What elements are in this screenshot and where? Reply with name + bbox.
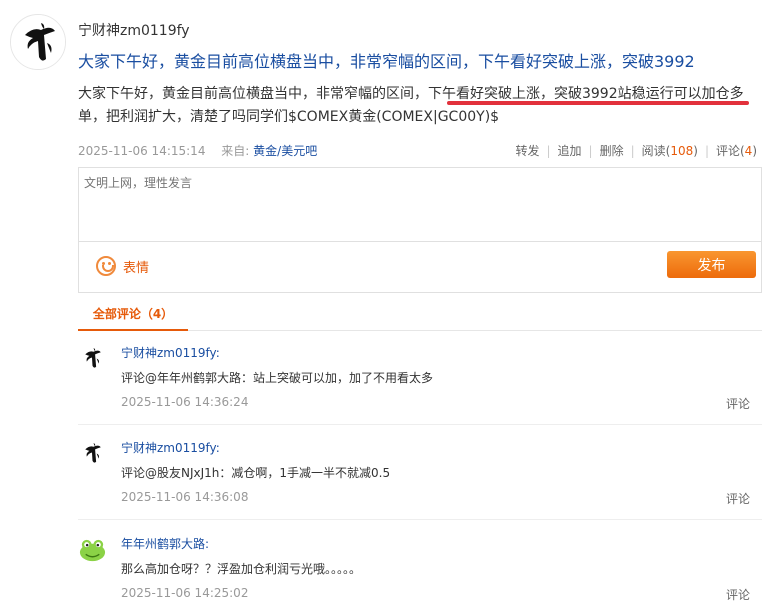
post-author-name[interactable]: 宁财神zm0119fy: [78, 20, 190, 40]
comment-text: 那么高加仓呀？？浮盈加仓利润亏光哦。。。。。: [121, 562, 362, 576]
frog-avatar-icon: [79, 539, 106, 562]
comment-reply-button[interactable]: 评论: [726, 395, 750, 412]
read-count-value: 108: [670, 144, 694, 158]
smile-icon: [96, 256, 116, 276]
comment-editor: 表情 发布: [78, 167, 762, 293]
commenter-name[interactable]: 宁财神zm0119fy:: [121, 344, 220, 361]
divider: |: [588, 144, 593, 158]
comment-reply-button[interactable]: 评论: [726, 490, 750, 507]
post-body-line-2: 单，把利润扩大，清楚了吗同学们$COMEX黄金(COMEX|GC00Y)$: [78, 109, 500, 125]
post-source-link[interactable]: 黄金/美元吧: [253, 144, 317, 158]
add-button[interactable]: 追加: [558, 144, 582, 158]
comment-text: 评论@股友NJxJ1h：减仓啊，1手减一半不就减0.5: [121, 466, 391, 480]
post-body: 大家下午好，黄金目前高位横盘当中，非常窄幅的区间，下午看好突破上涨，突破3992…: [78, 83, 750, 129]
divider: |: [704, 144, 709, 158]
comment-text: 评论@年年州鹤郭大路：站上突破可以加，加了不用看太多: [121, 371, 434, 385]
publish-button[interactable]: 发布: [667, 251, 756, 278]
post-source-label: 来自:: [221, 144, 250, 158]
comment-time: 2025-11-06 14:36:24: [121, 395, 249, 409]
commenter-avatar[interactable]: [78, 535, 107, 564]
tab-all-comments[interactable]: 全部评论（4）: [78, 304, 188, 331]
comment-close-paren: ): [752, 144, 757, 158]
delete-button[interactable]: 删除: [600, 144, 624, 158]
post-time: 2025-11-06 14:15:14: [78, 144, 206, 158]
commenter-avatar[interactable]: [78, 344, 107, 373]
red-underline-annotation: [447, 101, 749, 105]
divider: |: [630, 144, 635, 158]
comment-count-button[interactable]: 评论(4): [716, 144, 757, 158]
read-count: 阅读(108): [642, 144, 698, 158]
read-close-paren: ): [693, 144, 698, 158]
post-actions: 转发 | 追加 | 删除 | 阅读(108) | 评论(4): [515, 142, 757, 159]
post-meta: 2025-11-06 14:15:14 来自: 黄金/美元吧: [78, 142, 317, 159]
comment-reply-button[interactable]: 评论: [726, 586, 750, 601]
post-title: 大家下午好，黄金目前高位横盘当中，非常窄幅的区间，下午看好突破上涨，突破3992: [78, 52, 695, 71]
read-label: 阅读(: [641, 144, 671, 158]
author-avatar[interactable]: [10, 14, 66, 70]
divider: |: [546, 144, 551, 158]
repost-button[interactable]: 转发: [515, 144, 539, 158]
commenter-name[interactable]: 宁财神zm0119fy:: [121, 439, 220, 456]
emoji-button[interactable]: 表情: [96, 256, 149, 276]
comment-input[interactable]: [79, 168, 761, 242]
comment-tabs: 全部评论（4）: [78, 304, 762, 331]
calligraphy-avatar-icon: [78, 344, 107, 373]
comment-count-label: 评论(: [715, 144, 745, 158]
comment-divider: [78, 519, 762, 520]
comment-divider: [78, 424, 762, 425]
comment-time: 2025-11-06 14:25:02: [121, 586, 249, 600]
commenter-name[interactable]: 年年州鹤郭大路:: [121, 535, 209, 552]
commenter-avatar[interactable]: [78, 439, 107, 468]
calligraphy-avatar-icon: [78, 439, 107, 468]
emoji-label: 表情: [123, 260, 150, 276]
comment-time: 2025-11-06 14:36:08: [121, 490, 249, 504]
calligraphy-avatar-icon: [11, 15, 65, 69]
